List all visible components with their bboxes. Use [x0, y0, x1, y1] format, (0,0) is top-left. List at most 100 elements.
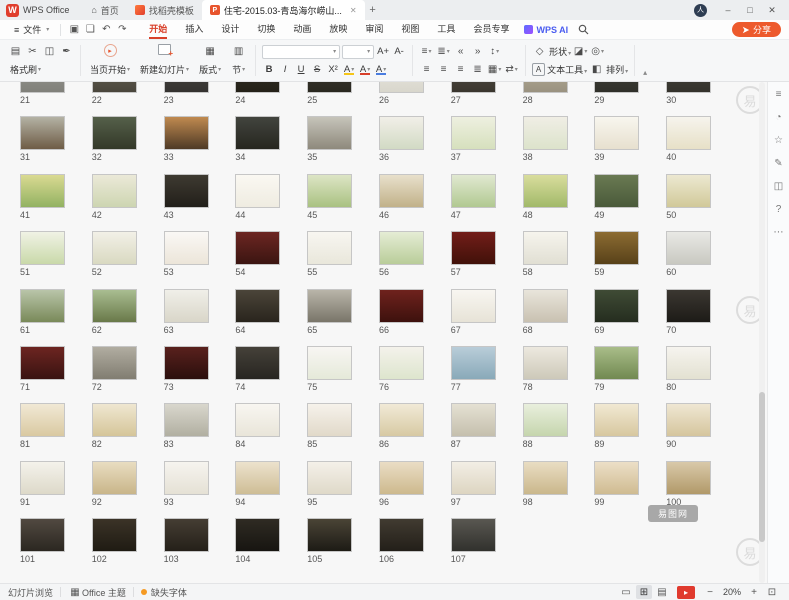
zoom-out-icon[interactable]: −	[702, 585, 718, 599]
slide-thumb-71[interactable]: 71	[20, 346, 67, 392]
slide-thumbnail-image[interactable]	[92, 116, 137, 150]
zoom-in-icon[interactable]: +	[746, 585, 762, 599]
slide-thumb-99[interactable]: 99	[594, 461, 641, 507]
slide-thumbnail-image[interactable]	[235, 116, 280, 150]
justify-icon[interactable]: ≣	[470, 62, 485, 77]
slide-thumb-37[interactable]: 37	[451, 116, 498, 162]
slide-thumbnail-image[interactable]	[523, 174, 568, 208]
slide-thumb-106[interactable]: 106	[379, 518, 426, 564]
slide-thumbnail-image[interactable]	[92, 231, 137, 265]
slide-thumb-62[interactable]: 62	[92, 289, 139, 335]
slide-thumb-41[interactable]: 41	[20, 174, 67, 220]
decrease-font-icon[interactable]: A-	[392, 45, 406, 59]
undo-icon[interactable]: ↶	[98, 24, 114, 35]
file-menu-button[interactable]: ≡ 文件 ▾	[8, 23, 55, 36]
align-right-icon[interactable]: ≡	[453, 62, 468, 77]
menu-tab-工具[interactable]: 工具	[428, 20, 464, 39]
slide-thumbnail-image[interactable]	[164, 116, 209, 150]
slide-thumbnail-image[interactable]	[594, 461, 639, 495]
slide-thumb-54[interactable]: 54	[235, 231, 282, 277]
slide-thumbnail-image[interactable]	[20, 403, 65, 437]
slide-thumb-51[interactable]: 51	[20, 231, 67, 277]
superscript-button[interactable]: X²	[326, 62, 340, 76]
favorites-icon[interactable]: ☆	[774, 136, 783, 146]
print-icon[interactable]: ❏	[82, 24, 98, 35]
ribbon-search-button[interactable]	[578, 24, 589, 35]
shapes-button[interactable]: 形状▾	[549, 45, 571, 58]
find-icon[interactable]: ◎▾	[590, 44, 605, 59]
slide-thumb-66[interactable]: 66	[379, 289, 426, 335]
slide-thumbnail-image[interactable]	[451, 346, 496, 380]
slide-thumbnail-image[interactable]	[92, 174, 137, 208]
menu-tab-插入[interactable]: 插入	[176, 20, 212, 39]
minimize-button[interactable]: –	[717, 0, 739, 20]
align-center-icon[interactable]: ≡	[436, 62, 451, 77]
share-button[interactable]: 分享	[732, 22, 781, 37]
bold-button[interactable]: B	[262, 62, 276, 76]
slide-thumbnail-image[interactable]	[92, 346, 137, 380]
menu-tab-会员专享[interactable]: 会员专享	[464, 20, 518, 39]
slide-thumb-39[interactable]: 39	[594, 116, 641, 162]
slide-thumb-60[interactable]: 60	[666, 231, 713, 277]
slide-thumb-25[interactable]: 25	[307, 82, 354, 105]
slide-thumb-26[interactable]: 26	[379, 82, 426, 105]
slide-thumbnail-image[interactable]	[307, 518, 352, 552]
slide-thumbnail-image[interactable]	[92, 289, 137, 323]
slide-thumbnail-image[interactable]	[307, 116, 352, 150]
slide-thumbnail-image[interactable]	[235, 461, 280, 495]
slide-thumbnail-image[interactable]	[164, 82, 209, 93]
slide-thumb-59[interactable]: 59	[594, 231, 641, 277]
slide-thumb-24[interactable]: 24	[235, 82, 282, 105]
slide-thumb-47[interactable]: 47	[451, 174, 498, 220]
slide-thumb-82[interactable]: 82	[92, 403, 139, 449]
slide-thumbnail-image[interactable]	[523, 346, 568, 380]
slide-thumb-57[interactable]: 57	[451, 231, 498, 277]
slide-thumbnail-image[interactable]	[451, 174, 496, 208]
format-painter-button[interactable]: 格式刷▾	[8, 63, 43, 76]
slide-thumbnail-image[interactable]	[594, 346, 639, 380]
slide-thumbnail-image[interactable]	[307, 346, 352, 380]
slide-thumbnail-image[interactable]	[307, 82, 352, 93]
slide-thumbnail-image[interactable]	[235, 174, 280, 208]
char-shading-button[interactable]: A▾	[374, 62, 388, 76]
slide-thumb-92[interactable]: 92	[92, 461, 139, 507]
slide-thumbnail-image[interactable]	[235, 346, 280, 380]
slide-thumbnail-image[interactable]	[666, 82, 711, 93]
slide-thumbnail-image[interactable]	[164, 403, 209, 437]
missing-fonts-label[interactable]: 缺失字体	[151, 586, 187, 599]
slide-thumb-48[interactable]: 48	[523, 174, 570, 220]
redo-icon[interactable]: ↷	[114, 24, 130, 35]
slide-thumb-56[interactable]: 56	[379, 231, 426, 277]
fit-to-window-icon[interactable]: ⊡	[764, 585, 780, 599]
slide-thumb-64[interactable]: 64	[235, 289, 282, 335]
slide-thumb-46[interactable]: 46	[379, 174, 426, 220]
slide-thumb-53[interactable]: 53	[164, 231, 211, 277]
panes-icon[interactable]: ◫	[774, 182, 783, 192]
slide-thumbnail-image[interactable]	[20, 518, 65, 552]
slide-thumb-67[interactable]: 67	[451, 289, 498, 335]
menu-tab-开始[interactable]: 开始	[140, 20, 176, 39]
menu-tab-动画[interactable]: 动画	[284, 20, 320, 39]
slide-thumb-34[interactable]: 34	[235, 116, 282, 162]
slide-thumb-101[interactable]: 101	[20, 518, 67, 564]
wps-ai-button[interactable]: WPS AI	[524, 25, 568, 35]
slide-thumb-75[interactable]: 75	[307, 346, 354, 392]
slide-thumb-45[interactable]: 45	[307, 174, 354, 220]
more-icon[interactable]: ⋯	[774, 228, 784, 238]
menu-tab-设计[interactable]: 设计	[212, 20, 248, 39]
text-tool-button[interactable]: 文本工具▾	[547, 63, 587, 76]
slide-thumbnail-image[interactable]	[451, 231, 496, 265]
slide-thumbnail-image[interactable]	[666, 116, 711, 150]
slide-thumbnail-image[interactable]	[666, 346, 711, 380]
font-color-button[interactable]: A▾	[358, 62, 372, 76]
slide-thumbnail-image[interactable]	[523, 231, 568, 265]
close-document-icon[interactable]: ✕	[350, 6, 357, 15]
slide-thumb-28[interactable]: 28	[523, 82, 570, 105]
slide-thumbnail-image[interactable]	[164, 231, 209, 265]
slide-thumb-76[interactable]: 76	[379, 346, 426, 392]
slide-thumb-33[interactable]: 33	[164, 116, 211, 162]
play-from-current-button[interactable]: ▸ 当页开始▾	[85, 42, 135, 79]
slide-thumb-103[interactable]: 103	[164, 518, 211, 564]
slide-thumbnail-image[interactable]	[666, 231, 711, 265]
slide-thumb-31[interactable]: 31	[20, 116, 67, 162]
